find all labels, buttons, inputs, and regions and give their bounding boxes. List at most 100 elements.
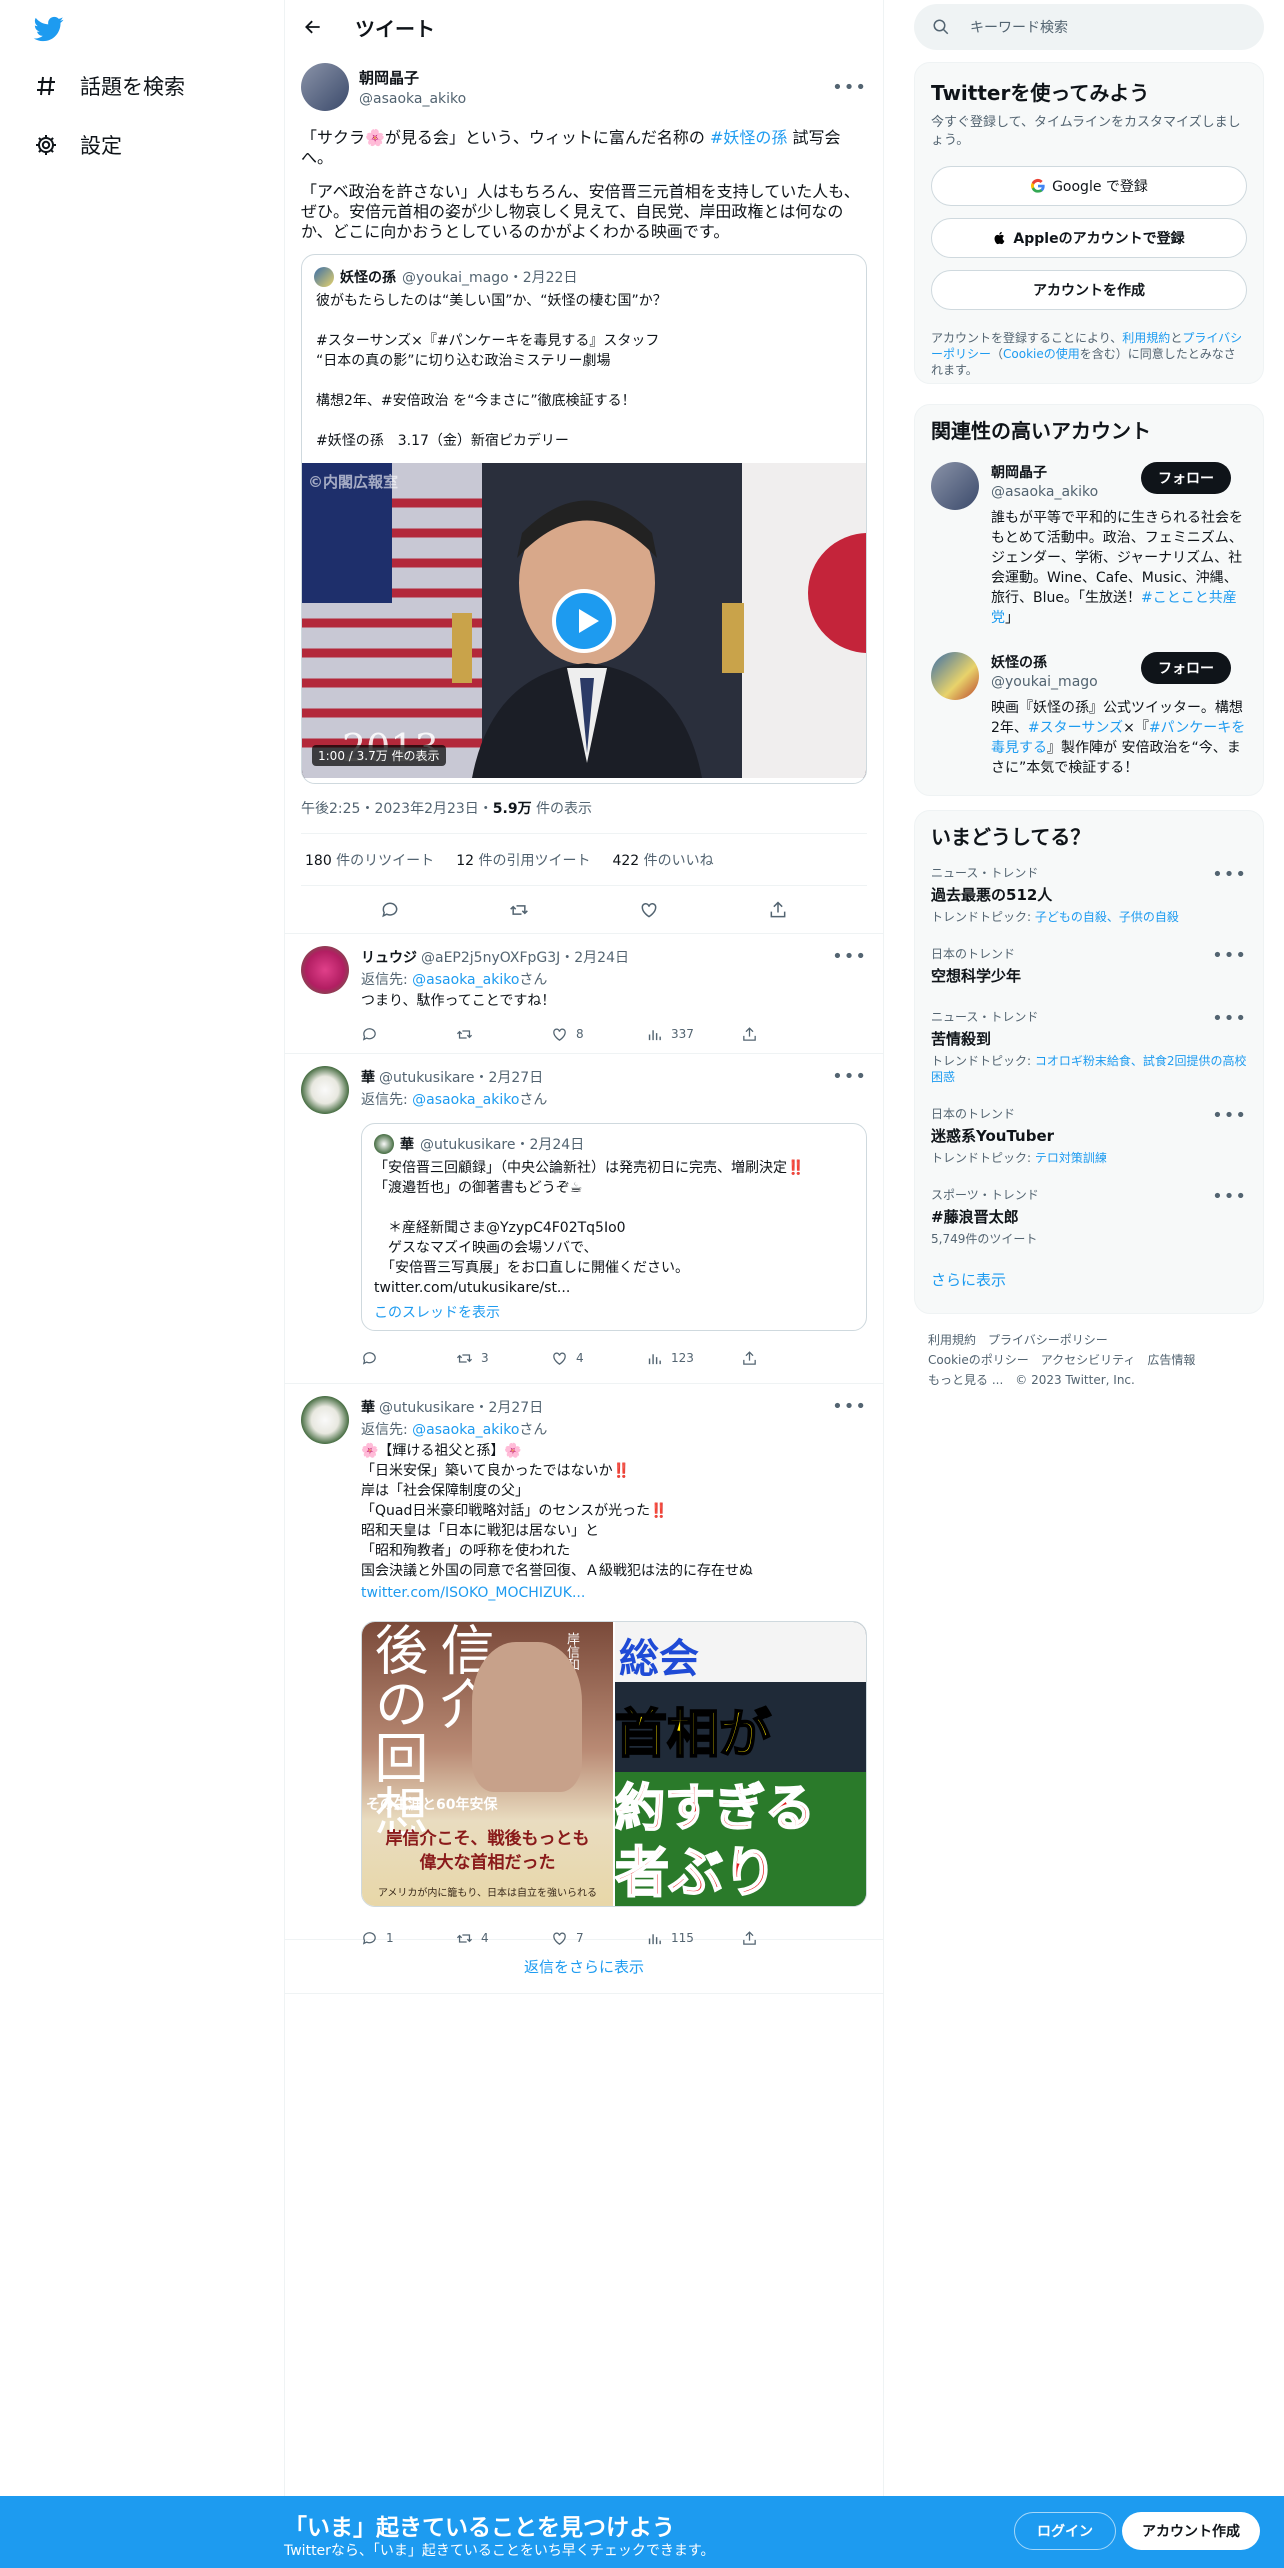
like-action[interactable]: 7 [551, 1930, 646, 1947]
trend-item[interactable]: 日本のトレンド 迷惑系YouTuber トレンドトピック: テロ対策訓練 ••• [931, 1105, 1247, 1166]
back-arrow-icon[interactable] [303, 17, 323, 37]
tweet-timestamp[interactable]: 午後2:25・2023年2月23日・ [301, 801, 493, 817]
quoted-tweet[interactable]: 妖怪の孫 @youkai_mago・2月22日 彼がもたらしたのは“美しい国”か… [301, 254, 867, 784]
more-options-icon[interactable]: ••• [832, 1396, 867, 1417]
like-icon[interactable] [639, 900, 659, 920]
reply-action[interactable] [361, 1350, 456, 1367]
more-options-icon[interactable]: ••• [832, 946, 867, 967]
follow-button[interactable]: フォロー [1141, 462, 1231, 494]
retweet-icon [456, 1353, 473, 1363]
quote-stat[interactable]: 12 件の引用ツイート [456, 850, 590, 870]
trend-item[interactable]: ニュース・トレンド 過去最悪の512人 トレンドトピック: 子どもの自殺、子供の… [931, 864, 1247, 925]
reply-author-name[interactable]: 華 [361, 1397, 375, 1417]
reply-action[interactable]: 1 [361, 1930, 456, 1947]
like-stat[interactable]: 422 件のいいね [612, 850, 713, 870]
replying-to-link[interactable]: @asaoka_akiko [412, 1092, 519, 1108]
reply-link[interactable]: twitter.com/ISOKO_MOCHIZUK... [361, 1583, 867, 1603]
retweet-stat[interactable]: 180 件のリツイート [305, 850, 434, 870]
tweet-text: 「サクラ🌸が見る会」という、ウィットに富んだ名称の #妖怪の孫 試写会へ。 [301, 128, 867, 168]
trend-tweet-count: 5,749件のツイート [931, 1232, 1038, 1246]
avatar[interactable] [931, 652, 979, 700]
apple-signup-button[interactable]: Appleのアカウントで登録 [931, 218, 1247, 258]
reply-tweet[interactable]: 華 @utukusikare・2月27日 ••• 返信先: @asaoka_ak… [285, 1054, 883, 1384]
trend-item[interactable]: 日本のトレンド 空想科学少年 ••• [931, 945, 1247, 986]
cookie-link[interactable]: Cookieの使用 [1003, 347, 1080, 361]
play-button[interactable] [552, 588, 616, 653]
more-options-icon[interactable]: ••• [832, 77, 867, 98]
footer-more-link[interactable]: もっと見る ... [928, 1373, 1003, 1387]
like-count: 8 [576, 1027, 584, 1041]
share-icon[interactable] [768, 900, 788, 920]
hashtag-link[interactable]: #妖怪の孫 [710, 128, 787, 147]
views-action[interactable]: 115 [646, 1930, 741, 1947]
more-options-icon[interactable]: ••• [1212, 1186, 1247, 1207]
more-options-icon[interactable]: ••• [1212, 1105, 1247, 1126]
reply-tweet[interactable]: リュウジ @aEP2j5nyOXFpG3J・2月24日 ••• 返信先: @as… [285, 934, 883, 1054]
thumbnail-image[interactable]: 総会 首相が 約すぎる 者ぶり [615, 1622, 866, 1906]
avatar[interactable] [301, 1066, 349, 1114]
trend-item[interactable]: スポーツ・トレンド #藤浪晋太郎 5,749件のツイート ••• [931, 1186, 1247, 1247]
more-options-icon[interactable]: ••• [1212, 864, 1247, 885]
book-cover-image[interactable]: 後の回想 信介 岸信和 その生涯と60年安保 岸信介こそ、戦後もっとも 偉大な首… [362, 1622, 615, 1906]
bio-hashtag-link[interactable]: #スターサンズ [1028, 720, 1123, 736]
reply-icon[interactable] [380, 900, 400, 920]
replying-to-suffix: さん [519, 972, 548, 988]
reply-action[interactable] [361, 1026, 456, 1043]
account-item[interactable]: 妖怪の孫 @youkai_mago 映画『妖怪の孫』公式ツイッター。構想2年、#… [931, 652, 1247, 778]
trend-sub-link[interactable]: テロ対策訓練 [1035, 1151, 1107, 1165]
trend-sub-link[interactable]: 子どもの自殺、子供の自殺 [1035, 910, 1179, 924]
views-action[interactable]: 337 [646, 1026, 741, 1043]
share-action[interactable] [741, 1026, 836, 1043]
footer-accessibility-link[interactable]: アクセシビリティ [1041, 1353, 1136, 1367]
nav-explore[interactable]: 話題を検索 [34, 71, 185, 101]
trend-sub-prefix: トレンドトピック: [931, 910, 1035, 924]
retweet-icon[interactable] [509, 900, 529, 920]
like-action[interactable]: 4 [551, 1350, 646, 1367]
retweet-action[interactable] [456, 1026, 551, 1043]
twitter-logo-icon[interactable] [32, 14, 66, 44]
signup-button[interactable]: アカウント作成 [1122, 2512, 1260, 2550]
trend-sub: トレンドトピック: テロ対策訓練 [931, 1150, 1247, 1166]
author-handle[interactable]: @asaoka_akiko [359, 91, 832, 107]
author-name[interactable]: 朝岡晶子 [359, 67, 832, 88]
terms-link[interactable]: 利用規約 [1122, 331, 1170, 345]
google-signup-button[interactable]: Google で登録 [931, 166, 1247, 206]
more-options-icon[interactable]: ••• [832, 1066, 867, 1087]
create-account-button[interactable]: アカウントを作成 [931, 270, 1247, 310]
retweet-action[interactable]: 4 [456, 1930, 551, 1947]
footer-terms-link[interactable]: 利用規約 [928, 1333, 976, 1347]
trend-context: 日本のトレンド [931, 947, 1016, 961]
footer-privacy-link[interactable]: プライバシーポリシー [988, 1333, 1108, 1347]
replying-to-link[interactable]: @asaoka_akiko [412, 972, 519, 988]
footer-cookie-link[interactable]: Cookieのポリシー [928, 1353, 1029, 1367]
video-watermark: ©内閣広報室 [308, 473, 399, 491]
login-button[interactable]: ログイン [1014, 2512, 1116, 2550]
avatar[interactable] [301, 1396, 349, 1444]
more-options-icon[interactable]: ••• [1212, 945, 1247, 966]
like-action[interactable]: 8 [551, 1026, 646, 1043]
trend-item[interactable]: ニュース・トレンド 苦情殺到 トレンドトピック: コオロギ粉末給食、試食2回提供… [931, 1008, 1247, 1085]
retweet-action[interactable]: 3 [456, 1350, 551, 1367]
footer-ads-link[interactable]: 広告情報 [1147, 1353, 1195, 1367]
avatar[interactable] [301, 63, 349, 111]
video-player[interactable]: ©内閣広報室 2013 1:00 / 3.7万 件の表示 [302, 463, 866, 778]
quoted-tweet[interactable]: 華 @utukusikare・2月24日 「安倍晋三回顧録」（中央公論新社）は発… [361, 1123, 867, 1331]
views-action[interactable]: 123 [646, 1350, 741, 1367]
reply-tweet[interactable]: 華 @utukusikare・2月27日 ••• 返信先: @asaoka_ak… [285, 1384, 883, 1945]
like-count: 7 [576, 1931, 584, 1945]
retweet-count: 4 [481, 1931, 489, 1945]
avatar[interactable] [301, 946, 349, 994]
follow-button[interactable]: フォロー [1141, 652, 1231, 684]
search-input[interactable]: キーワード検索 [914, 4, 1264, 50]
nav-settings[interactable]: 設定 [34, 130, 122, 160]
show-more-trends-link[interactable]: さらに表示 [931, 1269, 1247, 1290]
account-item[interactable]: 朝岡晶子 @asaoka_akiko 誰もが平等で平和的に生きられる社会をもとめ… [931, 462, 1247, 628]
avatar[interactable] [931, 462, 979, 510]
replying-to-link[interactable]: @asaoka_akiko [412, 1422, 519, 1438]
reply-author-name[interactable]: リュウジ [361, 947, 417, 967]
show-thread-link[interactable]: このスレッドを表示 [374, 1302, 854, 1322]
share-action[interactable] [741, 1350, 836, 1367]
share-action[interactable] [741, 1930, 836, 1947]
reply-author-name[interactable]: 華 [361, 1067, 375, 1087]
more-options-icon[interactable]: ••• [1212, 1008, 1247, 1029]
